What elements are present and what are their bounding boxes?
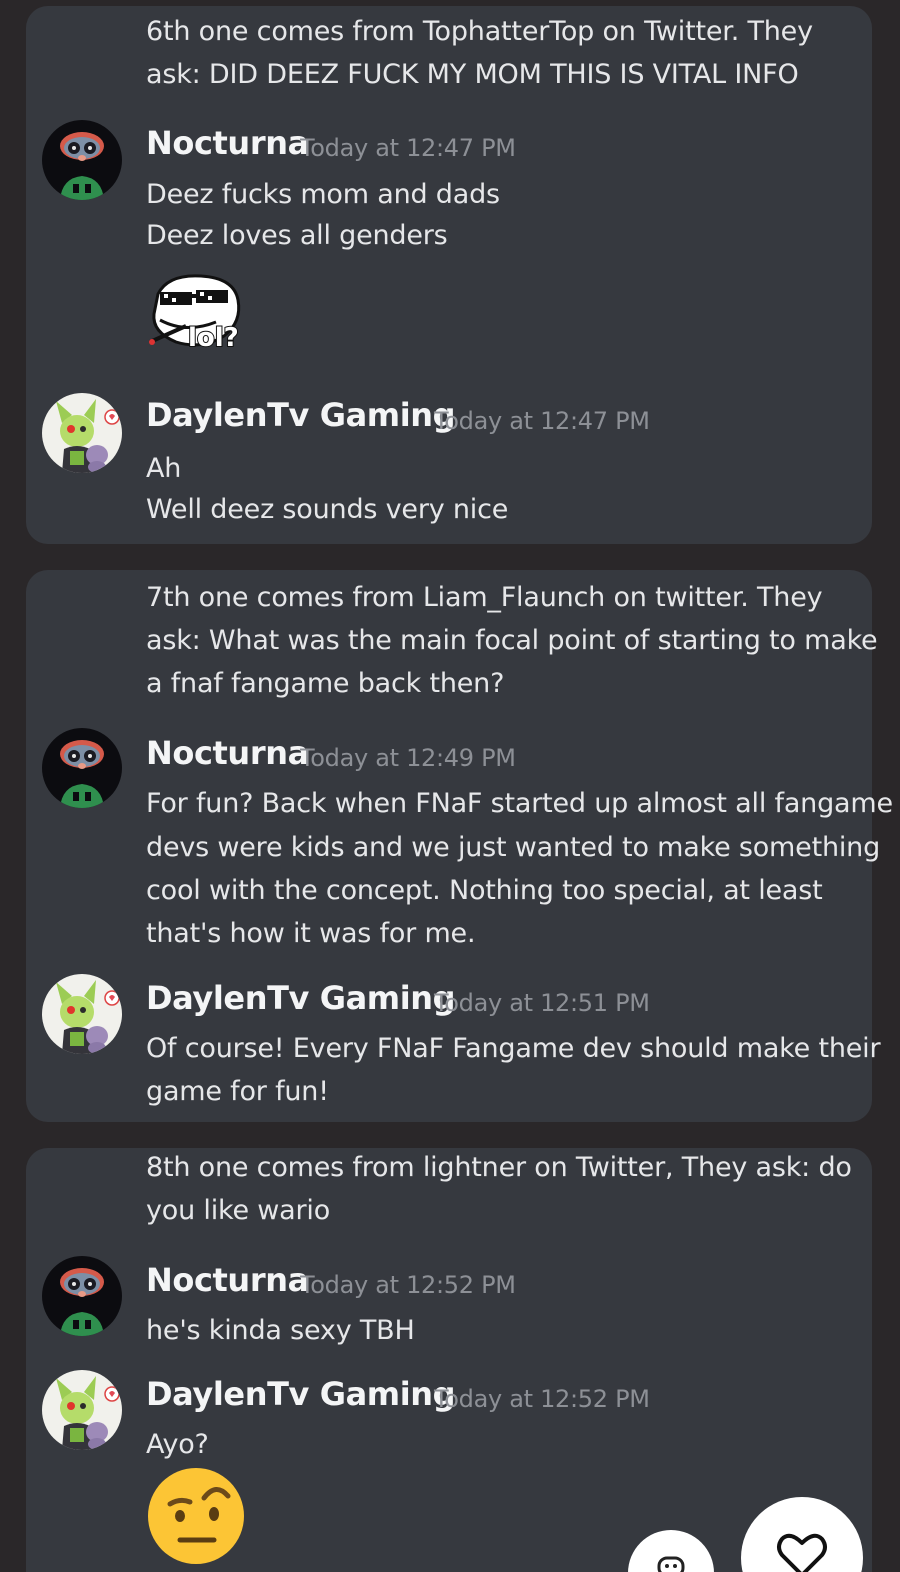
nocturna-avatar[interactable] [42,728,122,808]
timestamp: Today at 12:51 PM [434,989,650,1017]
message-text: that's how it was for me. [146,918,476,949]
username[interactable]: DaylenTv Gaming [146,979,456,1017]
nocturna-avatar[interactable] [42,120,122,200]
message-text: ask: DID DEEZ FUCK MY MOM THIS IS VITAL … [146,59,799,90]
message-text: For fun? Back when FNaF started up almos… [146,788,893,819]
chat-screenshot: 6th one comes from TophatterTop on Twitt… [0,0,900,1572]
username[interactable]: Nocturna [146,734,309,772]
message-text: he's kinda sexy TBH [146,1315,415,1346]
username[interactable]: DaylenTv Gaming [146,396,456,434]
message-text: 8th one comes from lightner on Twitter, … [146,1152,852,1183]
message-text: Of course! Every FNaF Fangame dev should… [146,1033,881,1064]
add-reaction-icon [657,1556,685,1572]
timestamp: Today at 12:49 PM [300,744,516,772]
message-text: 6th one comes from TophatterTop on Twitt… [146,16,813,47]
face-with-raised-eyebrow-emoji[interactable] [146,1466,246,1566]
trollface-sunglasses-sticker[interactable]: lol? [146,270,246,354]
message-text: game for fun! [146,1076,329,1107]
message-text: Deez loves all genders [146,220,448,251]
nocturna-avatar[interactable] [42,1256,122,1336]
message-text: devs were kids and we just wanted to mak… [146,832,881,863]
username[interactable]: Nocturna [146,1261,309,1299]
timestamp: Today at 12:52 PM [434,1385,650,1413]
message-text: Ah [146,453,182,484]
timestamp: Today at 12:47 PM [434,407,650,435]
message-text: cool with the concept. Nothing too speci… [146,875,823,906]
timestamp: Today at 12:47 PM [300,134,516,162]
sticker-text: lol? [188,323,239,353]
message-text: you like wario [146,1195,331,1226]
daylen-avatar[interactable] [42,393,122,473]
daylen-avatar[interactable] [42,1370,122,1450]
heart-icon [777,1533,827,1572]
message-text: ask: What was the main focal point of st… [146,625,878,656]
daylen-avatar[interactable] [42,974,122,1054]
timestamp: Today at 12:52 PM [300,1271,516,1299]
message-text: a fnaf fangame back then? [146,668,505,699]
message-text: Well deez sounds very nice [146,494,509,525]
username[interactable]: Nocturna [146,124,309,162]
username[interactable]: DaylenTv Gaming [146,1375,456,1413]
message-text: 7th one comes from Liam_Flaunch on twitt… [146,582,823,613]
message-text: Ayo? [146,1429,209,1460]
message-text: Deez fucks mom and dads [146,179,500,210]
